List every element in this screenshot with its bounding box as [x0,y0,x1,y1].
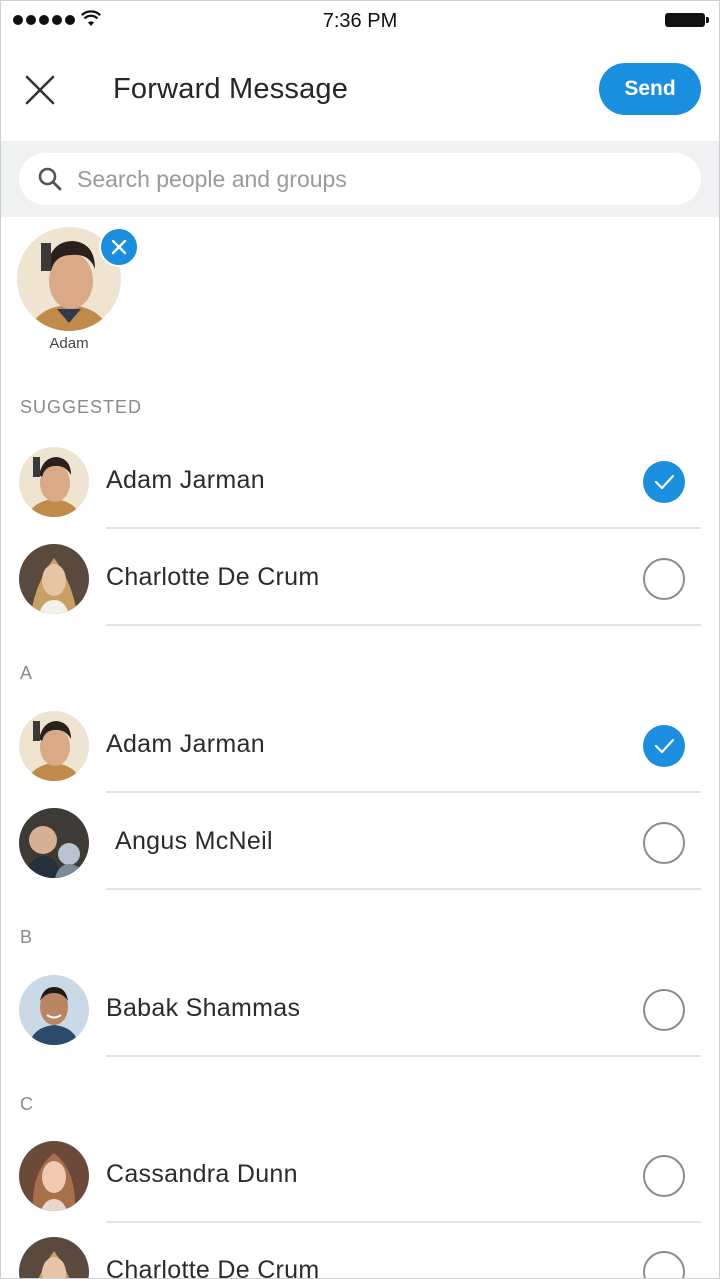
contact-row[interactable]: Angus McNeil [1,794,719,890]
unchecked-circle-icon[interactable] [643,1251,685,1278]
contact-name: Cassandra Dunn [106,1160,298,1188]
contact-name: Angus McNeil [115,827,273,855]
contact-name: Adam Jarman [106,466,265,494]
remove-recipient-icon[interactable] [99,227,139,267]
search-input[interactable] [75,164,639,194]
app-screen: 7:36 PM Forward Message Send Search peop… [0,0,720,1279]
unchecked-circle-icon[interactable] [643,1155,685,1197]
section-header-c: C [20,1094,34,1114]
contact-row[interactable]: Cassandra Dunn [1,1127,719,1223]
contact-row[interactable]: Adam Jarman [1,697,719,793]
checkmark-icon[interactable] [643,461,685,503]
row-divider [106,1055,701,1057]
section-header-suggested: SUGGESTED [20,397,143,417]
avatar [19,1141,89,1211]
unchecked-circle-icon[interactable] [643,989,685,1031]
unchecked-circle-icon[interactable] [643,822,685,864]
contact-name: Adam Jarman [106,730,265,758]
header: Forward Message Send [1,41,719,141]
contact-row[interactable]: Adam Jarman [1,433,719,529]
unchecked-circle-icon[interactable] [643,558,685,600]
search-icon [38,167,62,191]
avatar [19,711,89,781]
contact-name: Babak Shammas [106,994,301,1022]
section-header-b: B [20,927,34,947]
row-divider [106,624,701,626]
avatar [19,1237,89,1278]
search-box[interactable] [19,153,701,205]
avatar [19,447,89,517]
selected-recipient-name: Adam [49,335,89,352]
row-divider [106,527,701,529]
status-time: 7:36 PM [322,10,398,32]
checkmark-icon[interactable] [643,725,685,767]
battery-icon [665,13,709,27]
send-button[interactable]: Send [599,63,701,115]
row-divider [106,791,701,793]
avatar [19,975,89,1045]
contact-row[interactable]: Charlotte De Crum [1,530,719,626]
contact-name: Charlotte De Crum [106,563,320,591]
search-bar [1,141,719,217]
contact-name: Charlotte De Crum [106,1256,320,1279]
section-header-a: A [20,663,34,683]
contact-row[interactable]: Babak Shammas [1,961,719,1057]
contact-row[interactable]: Charlotte De Crum [1,1223,719,1279]
status-bar: 7:36 PM [1,1,719,41]
row-divider [106,888,701,890]
close-icon[interactable] [21,71,61,111]
page-title: Forward Message [113,73,349,105]
selected-recipient[interactable]: Adam [17,227,139,352]
avatar [19,808,89,878]
avatar [19,544,89,614]
